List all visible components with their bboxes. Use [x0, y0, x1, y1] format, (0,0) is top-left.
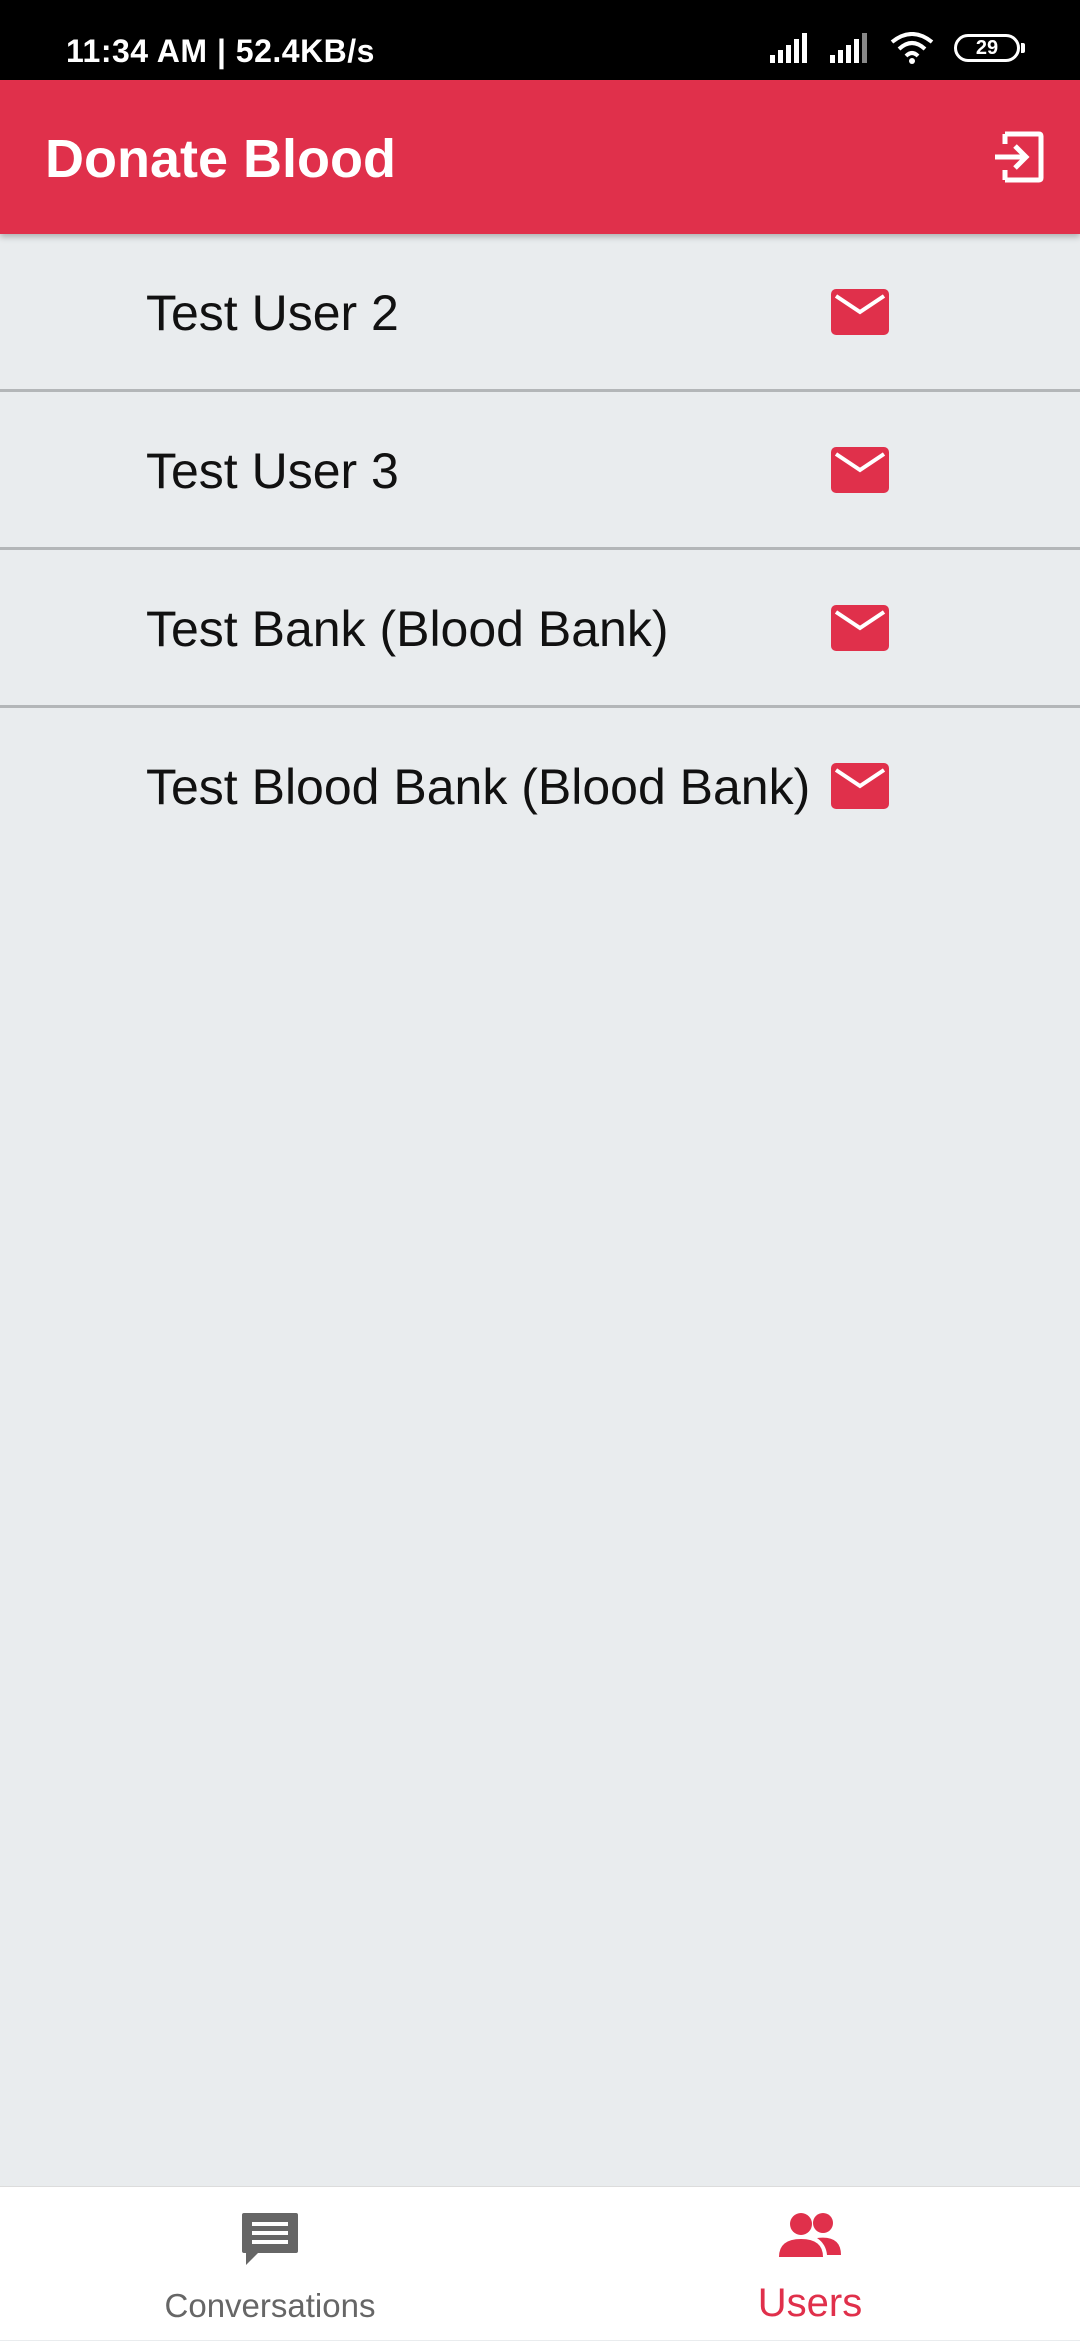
status-time: 11:34 AM | 52.4KB/s [66, 33, 375, 69]
status-icons: 29 [770, 28, 1025, 68]
signal-icon [830, 33, 867, 63]
nav-item-conversations[interactable]: Conversations [0, 2187, 540, 2341]
logout-button[interactable] [986, 125, 1050, 189]
app-title: Donate Blood [45, 129, 396, 189]
nav-item-users[interactable]: Users [540, 2187, 1080, 2341]
chat-icon [242, 2213, 298, 2265]
battery-icon: 29 [954, 34, 1025, 62]
user-name: Test User 3 [146, 443, 399, 499]
status-bar: 11:34 AM | 52.4KB/s 29 [0, 0, 1080, 80]
bottom-nav: Conversations Users [0, 2186, 1080, 2340]
signal-icon [770, 33, 807, 63]
list-item[interactable]: Test Bank (Blood Bank) [0, 550, 1080, 708]
users-icon [779, 2213, 841, 2257]
user-name: Test Blood Bank (Blood Bank) [146, 759, 811, 815]
user-name: Test Bank (Blood Bank) [146, 601, 669, 657]
list-item[interactable]: Test User 2 [0, 234, 1080, 392]
list-item[interactable]: Test Blood Bank (Blood Bank) [0, 708, 1080, 866]
wifi-icon [890, 32, 934, 64]
mail-icon[interactable] [831, 289, 889, 335]
mail-icon[interactable] [831, 605, 889, 651]
users-list: Test User 2 Test User 3 Test Bank (Blood… [0, 234, 1080, 866]
mail-icon[interactable] [831, 763, 889, 809]
mail-icon[interactable] [831, 447, 889, 493]
list-item[interactable]: Test User 3 [0, 392, 1080, 550]
app-bar: Donate Blood [0, 80, 1080, 234]
user-name: Test User 2 [146, 285, 399, 341]
logout-icon [995, 131, 1044, 183]
nav-label-conversations: Conversations [164, 2287, 376, 2324]
nav-label-users: Users [757, 2281, 863, 2325]
